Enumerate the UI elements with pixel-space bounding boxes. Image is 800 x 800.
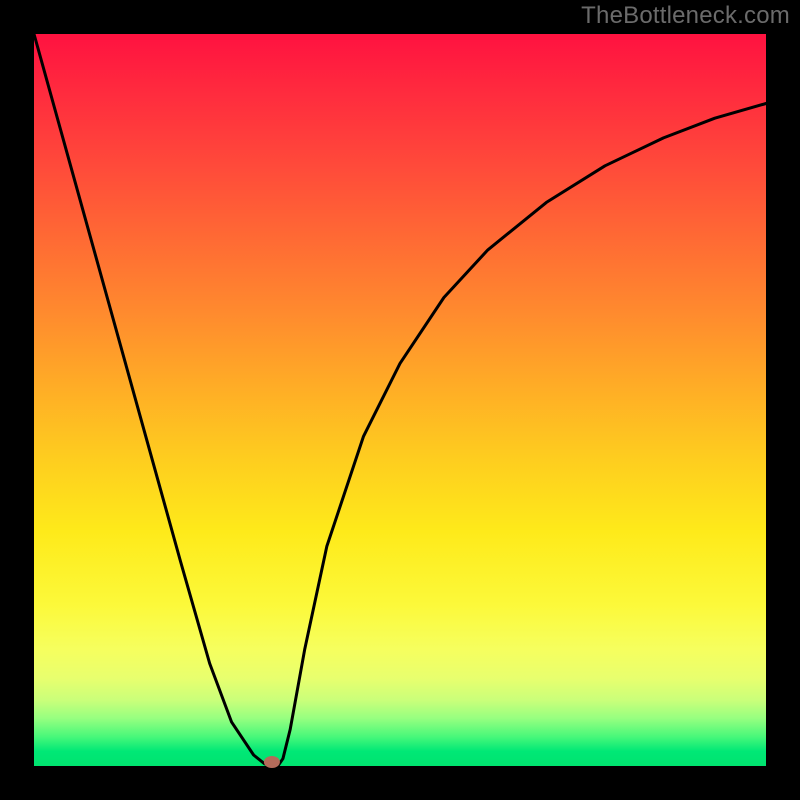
chart-frame: TheBottleneck.com bbox=[0, 0, 800, 800]
minimum-marker bbox=[264, 756, 280, 768]
curve-line bbox=[34, 34, 766, 766]
bottleneck-curve bbox=[34, 34, 766, 766]
plot-area bbox=[34, 34, 766, 766]
watermark-label: TheBottleneck.com bbox=[581, 2, 790, 30]
